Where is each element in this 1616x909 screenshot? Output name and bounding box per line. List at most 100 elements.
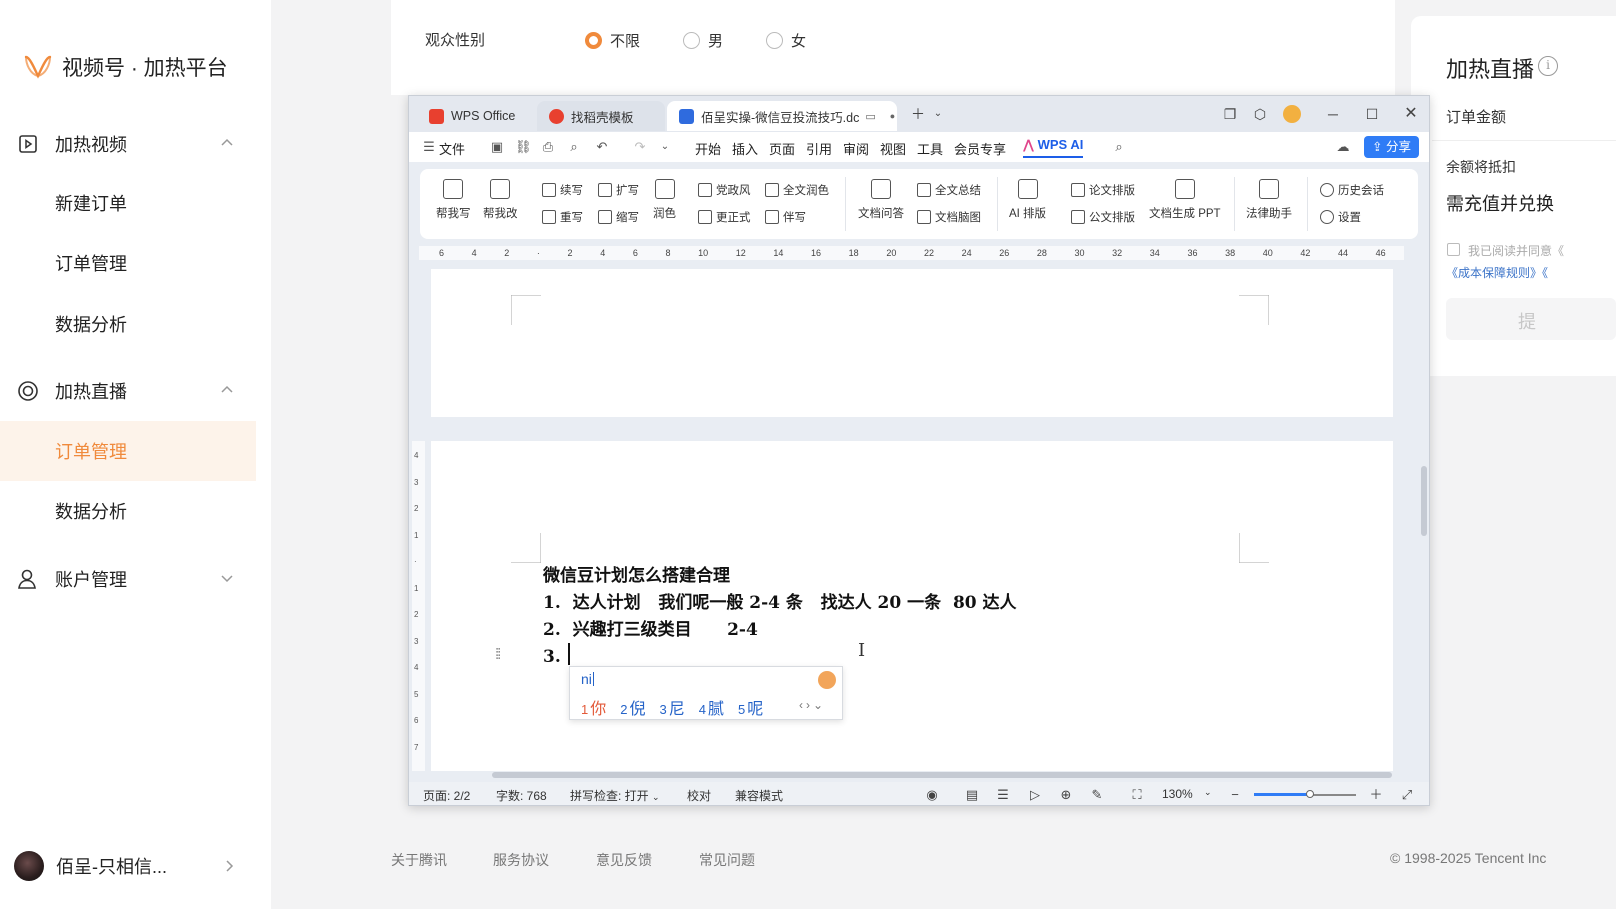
zoom-out-icon[interactable]: −	[1227, 787, 1243, 803]
continue-write-button[interactable]: 续写	[542, 182, 583, 198]
menu-review[interactable]: 审阅	[843, 139, 869, 158]
proofread[interactable]: 校对	[687, 787, 711, 804]
eye-icon[interactable]: ◉	[924, 787, 940, 803]
window-layout-icon[interactable]: ❐	[1221, 105, 1239, 123]
formal-button[interactable]: 更正式	[698, 209, 751, 225]
user-profile[interactable]: 佰呈-只相信...	[14, 850, 254, 882]
link-icon[interactable]: ⛓	[515, 139, 532, 155]
full-polish-button[interactable]: 全文润色	[765, 182, 829, 198]
menu-icon[interactable]: ☰	[421, 139, 437, 155]
close-icon[interactable]: ✕	[1402, 105, 1420, 123]
paper-layout-button[interactable]: 论文排版	[1071, 182, 1135, 198]
shorten-button[interactable]: 缩写	[598, 209, 639, 225]
companion-write-button[interactable]: 伴写	[765, 209, 806, 225]
official-layout-button[interactable]: 公文排版	[1071, 209, 1135, 225]
print-icon[interactable]: ⎙	[540, 139, 556, 155]
maximize-icon[interactable]: ☐	[1363, 105, 1381, 123]
footer-link-feedback[interactable]: 意见反馈	[596, 850, 652, 870]
party-style-button[interactable]: 党政风	[698, 182, 751, 198]
outline-view-icon[interactable]: ☰	[995, 787, 1011, 803]
gender-option-female[interactable]: 女	[766, 30, 806, 51]
menu-member[interactable]: 会员专享	[954, 139, 1006, 158]
doc-qa-button[interactable]: 文档问答	[858, 179, 904, 221]
chevron-down-icon[interactable]: ⌄	[929, 105, 947, 123]
brand[interactable]: 视频号 · 加热平台	[24, 52, 228, 82]
fullscreen-icon[interactable]: ⤢	[1399, 787, 1415, 803]
zoom-in-icon[interactable]: ＋	[1368, 787, 1384, 803]
footer-link-faq[interactable]: 常见问题	[699, 850, 755, 870]
footer-link-terms[interactable]: 服务协议	[493, 850, 549, 870]
word-count[interactable]: 字数: 768	[496, 787, 547, 804]
agree-checkbox[interactable]	[1447, 243, 1460, 256]
document-page-1[interactable]	[431, 269, 1393, 417]
minimize-icon[interactable]: ─	[1324, 105, 1342, 123]
scroll-thumb[interactable]	[1421, 466, 1427, 536]
page-view-icon[interactable]: ▤	[964, 787, 980, 803]
vertical-ruler[interactable]: 4 3 2 1 · 1 2 3 4 5 6 7	[412, 441, 425, 771]
sidebar-item-order-management[interactable]: 订单管理	[0, 233, 256, 293]
footer-link-about[interactable]: 关于腾讯	[391, 850, 447, 870]
history-button[interactable]: 历史会话	[1320, 182, 1384, 198]
gender-option-male[interactable]: 男	[683, 30, 723, 51]
horizontal-scrollbar[interactable]	[419, 770, 1409, 780]
ime-candidate[interactable]: 4腻	[699, 695, 724, 719]
settings-button[interactable]: 设置	[1320, 209, 1361, 225]
help-edit-button[interactable]: 帮我改	[483, 179, 518, 221]
print-preview-icon[interactable]: ⌕	[566, 139, 582, 155]
menu-tools[interactable]: 工具	[917, 139, 943, 158]
menu-home[interactable]: 开始	[695, 139, 721, 158]
submit-button[interactable]: 提	[1446, 298, 1616, 340]
document-body[interactable]: 微信豆计划怎么搭建合理 1. 达人计划 我们呢一般 2-4 条 找达人 20 一…	[543, 563, 1017, 671]
rewrite-button[interactable]: 重写	[542, 209, 583, 225]
menu-view[interactable]: 视图	[880, 139, 906, 158]
menu-file[interactable]: 文件	[439, 139, 465, 158]
tab-wps-office[interactable]: WPS Office	[417, 101, 535, 131]
spell-check[interactable]: 拼写检查: 打开 ⌄	[570, 787, 660, 804]
polish-button[interactable]: 润色	[653, 179, 676, 221]
zoom-level[interactable]: 130%	[1162, 787, 1193, 801]
nav-group-account[interactable]: 账户管理	[0, 557, 271, 601]
cloud-upload-icon[interactable]: ☁	[1335, 139, 1351, 155]
ime-page-nav-icon[interactable]: ‹›⌄	[799, 698, 826, 712]
save-icon[interactable]: ▣	[489, 139, 505, 155]
menu-wps-ai[interactable]: ⋀ WPS AI	[1023, 137, 1084, 158]
horizontal-ruler[interactable]: 6 4 2 · 2 4 6 8 10 12 14 16 18 20 22 24 26 28 30 32 34 36 38 40…	[419, 246, 1404, 260]
undo-icon[interactable]: ↶	[594, 139, 610, 155]
ime-candidate[interactable]: 1你	[581, 695, 606, 719]
scroll-thumb[interactable]	[492, 772, 1392, 778]
expand-button[interactable]: 扩写	[598, 182, 639, 198]
sidebar-item-live-order-management[interactable]: 订单管理	[0, 421, 256, 481]
drag-handle-icon[interactable]: ⁞⁞	[495, 646, 502, 663]
mindmap-button[interactable]: 文档脑图	[917, 209, 981, 225]
menu-reference[interactable]: 引用	[806, 139, 832, 158]
legal-assistant-button[interactable]: 法律助手	[1246, 179, 1292, 221]
ime-candidate[interactable]: 2倪	[620, 695, 645, 719]
sidebar-item-data-analysis[interactable]: 数据分析	[0, 294, 256, 354]
page-indicator[interactable]: 页面: 2/2	[423, 787, 470, 804]
menu-page[interactable]: 页面	[769, 139, 795, 158]
chevron-down-icon[interactable]: ⌄	[1204, 787, 1212, 798]
ime-skin-icon[interactable]	[818, 671, 836, 689]
cube-icon[interactable]: ⬡	[1251, 105, 1269, 123]
ai-layout-button[interactable]: AI 排版	[1009, 179, 1046, 221]
tab-document[interactable]: 佰呈实操-微信豆投流技巧.dc ▭ ●	[667, 101, 897, 131]
ime-candidate[interactable]: 3尼	[660, 695, 685, 719]
sidebar-item-live-data-analysis[interactable]: 数据分析	[0, 481, 256, 541]
chevron-down-icon[interactable]: ⌄	[657, 139, 673, 155]
new-tab-icon[interactable]: ＋	[909, 105, 927, 123]
search-icon[interactable]: ⌕	[1111, 139, 1127, 155]
play-icon[interactable]: ▷	[1027, 787, 1043, 803]
zoom-slider-handle[interactable]	[1306, 790, 1315, 798]
unsaved-dot-icon[interactable]: ●	[890, 111, 895, 121]
pen-icon[interactable]: ✎	[1089, 787, 1105, 803]
tab-templates[interactable]: 找稻壳模板	[537, 101, 665, 131]
menu-insert[interactable]: 插入	[732, 139, 758, 158]
rules-link[interactable]: 《成本保障规则》《	[1446, 264, 1548, 281]
ime-candidate[interactable]: 5呢	[738, 695, 763, 719]
share-button[interactable]: ⇪ 分享	[1364, 136, 1419, 158]
gender-option-any[interactable]: 不限	[585, 30, 640, 51]
sidebar-item-new-order[interactable]: 新建订单	[0, 173, 256, 233]
nav-group-heat-live[interactable]: 加热直播	[0, 369, 271, 413]
account-avatar-icon[interactable]	[1283, 105, 1301, 123]
help-write-button[interactable]: 帮我写	[436, 179, 471, 221]
